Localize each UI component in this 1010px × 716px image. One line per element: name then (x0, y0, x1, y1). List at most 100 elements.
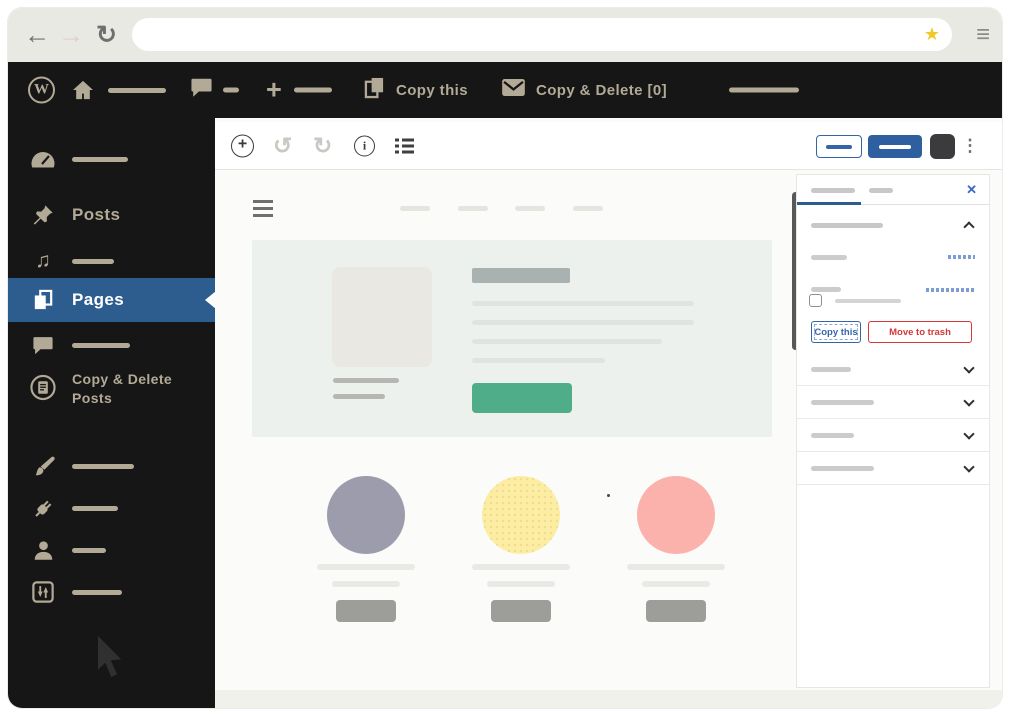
card-text-line (317, 564, 415, 570)
settings-toggle-button[interactable] (930, 134, 955, 159)
sidebar-item-users[interactable] (8, 537, 215, 563)
back-icon[interactable]: ← (24, 20, 50, 51)
hero-text-line (472, 320, 694, 325)
chevron-down-icon (963, 461, 975, 473)
users-label-placeholder (72, 547, 106, 553)
posts-label: Posts (72, 205, 121, 224)
plus-icon: + (266, 74, 282, 105)
accordion-title-placeholder (811, 466, 874, 471)
comments-count-placeholder (223, 87, 239, 93)
card-text-line (332, 581, 400, 587)
pushpin-icon (30, 204, 56, 226)
sidebar-item-comments[interactable] (8, 332, 215, 358)
forward-icon[interactable]: → (58, 20, 84, 51)
bookmark-star-icon[interactable]: ★ (924, 24, 940, 45)
chevron-up-icon[interactable] (963, 221, 975, 233)
browser-chrome: ← → ↻ ★ ≡ (8, 8, 1002, 62)
browser-menu-icon[interactable]: ≡ (976, 21, 990, 49)
card-button[interactable] (336, 600, 396, 622)
paintbrush-icon (30, 454, 56, 478)
hero-block[interactable] (252, 240, 772, 437)
sidebar-item-settings[interactable] (8, 579, 215, 605)
plug-icon (30, 497, 56, 520)
panel-copy-this-button[interactable]: Copy this (811, 321, 861, 343)
nav-link-placeholder[interactable] (515, 206, 545, 211)
hero-cta-button[interactable] (472, 383, 572, 413)
tab-block-placeholder[interactable] (869, 188, 893, 193)
stray-dot (607, 494, 610, 497)
redo-icon[interactable]: ↻ (313, 132, 332, 159)
close-icon[interactable]: ✕ (966, 182, 977, 198)
sidebar-item-appearance[interactable] (8, 453, 215, 479)
admin-bar-extra-placeholder (729, 87, 799, 93)
accordion-section[interactable] (797, 452, 989, 485)
accordion-section[interactable] (797, 419, 989, 452)
kebab-menu-icon[interactable]: ⋮ (962, 136, 979, 156)
editor-toolbar: + ↺ ↻ i ⋮ (215, 122, 1002, 170)
move-to-trash-button[interactable]: Move to trash (868, 321, 972, 343)
list-view-icon[interactable] (395, 138, 414, 153)
sidebar-item-plugins[interactable] (8, 495, 215, 521)
hero-caption-line (333, 378, 399, 383)
address-bar[interactable]: ★ (132, 18, 952, 51)
publish-button[interactable] (868, 135, 922, 158)
admin-bar-new[interactable]: + (266, 74, 332, 105)
hero-text-line (472, 339, 662, 344)
sidebar-item-media[interactable]: ♫ (8, 248, 215, 274)
save-draft-placeholder (826, 144, 852, 149)
undo-icon[interactable]: ↺ (273, 132, 292, 159)
hero-text-line (472, 301, 694, 306)
accordion-section[interactable] (797, 386, 989, 419)
media-label-placeholder (72, 258, 114, 264)
comments-bubble-icon (30, 336, 56, 355)
field-link-placeholder[interactable] (948, 255, 975, 259)
copy-this-label: Copy this (396, 81, 468, 99)
accordion-section[interactable] (797, 353, 989, 386)
user-icon (30, 540, 56, 561)
copy-pages-icon (364, 76, 385, 104)
save-draft-button[interactable] (816, 135, 862, 158)
info-icon[interactable]: i (354, 135, 375, 156)
admin-bar-extra[interactable] (729, 87, 799, 93)
nav-link-placeholder[interactable] (573, 206, 603, 211)
hero-heading-placeholder (472, 268, 570, 283)
wordpress-logo-icon[interactable]: W (28, 76, 55, 104)
list-view-row (395, 138, 414, 141)
envelope-icon (502, 79, 525, 101)
refresh-icon[interactable]: ↻ (96, 20, 117, 50)
comments-label-placeholder (72, 342, 130, 348)
chevron-down-icon (963, 395, 975, 407)
appearance-label-placeholder (72, 463, 134, 469)
nav-link-placeholder[interactable] (458, 206, 488, 211)
publish-placeholder (879, 144, 911, 149)
feature-circle-purple (327, 476, 405, 554)
sidebar-item-dashboard[interactable] (8, 146, 215, 172)
sidebar-item-pages[interactable]: Pages (8, 278, 216, 322)
sidebar-item-copy-delete-posts[interactable]: Copy & Delete Posts (8, 370, 215, 408)
field-link-placeholder[interactable] (926, 288, 975, 292)
dashboard-label-placeholder (72, 156, 128, 162)
active-tab-indicator (797, 202, 861, 205)
wp-admin-bar: W + Copy this Copy & Delete [0] (8, 62, 1002, 118)
admin-bar-copy-this[interactable]: Copy this (364, 76, 468, 104)
admin-bar-comments[interactable] (191, 78, 239, 103)
tab-document-placeholder[interactable] (811, 188, 855, 193)
copy-delete-posts-label: Copy & Delete Posts (72, 371, 173, 406)
settings-panel: ✕ Copy this Move to trash (796, 174, 990, 688)
admin-bar-site-home[interactable] (70, 80, 166, 100)
card-text-line (642, 581, 710, 587)
card-text-line (627, 564, 725, 570)
card-text-line (472, 564, 570, 570)
add-block-button[interactable]: + (231, 134, 254, 157)
card-button[interactable] (646, 600, 706, 622)
plugins-label-placeholder (72, 505, 118, 511)
site-menu-icon[interactable] (253, 200, 273, 217)
admin-bar-copy-delete[interactable]: Copy & Delete [0] (502, 79, 667, 101)
card-button[interactable] (491, 600, 551, 622)
comment-bubble-icon (191, 78, 212, 103)
field-label-placeholder (811, 255, 847, 260)
nav-link-placeholder[interactable] (400, 206, 430, 211)
checkbox[interactable] (809, 294, 822, 307)
feature-circle-yellow (482, 476, 560, 554)
sidebar-item-posts[interactable]: Posts (8, 202, 215, 228)
